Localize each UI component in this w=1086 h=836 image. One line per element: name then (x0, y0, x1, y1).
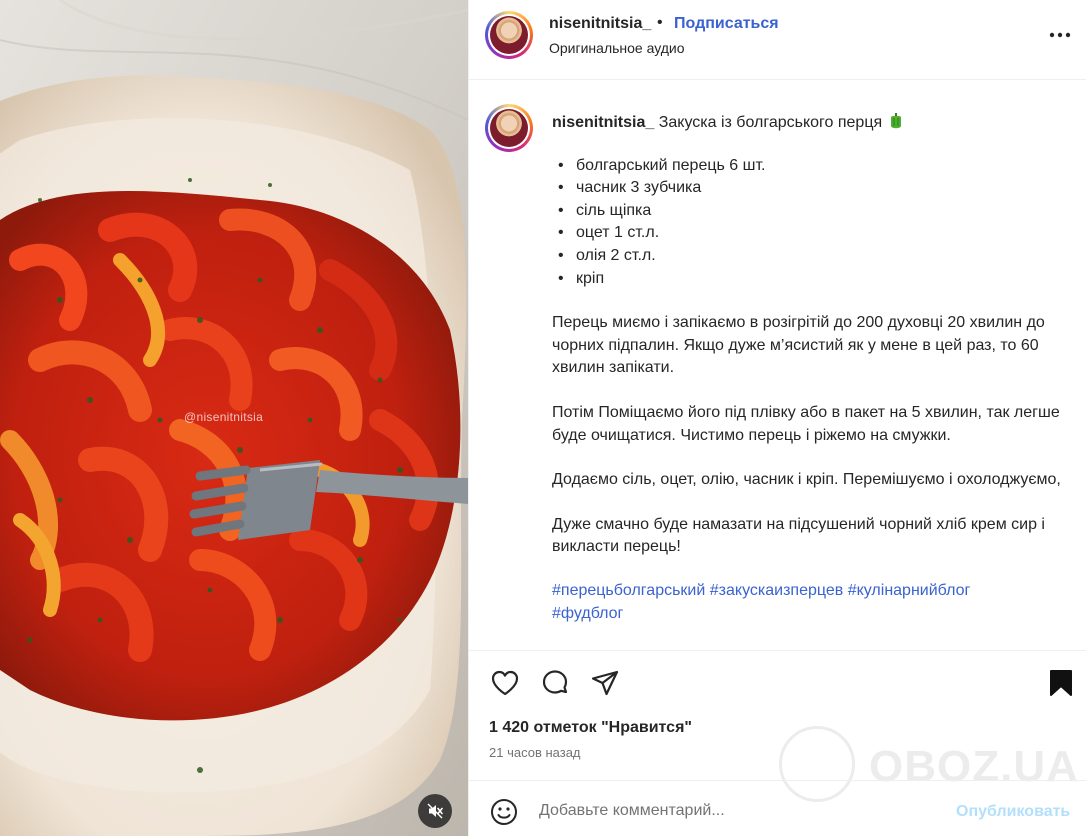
comment-icon[interactable] (539, 667, 571, 699)
more-options-icon[interactable] (1047, 24, 1073, 46)
author-avatar[interactable] (485, 11, 533, 59)
caption-body: nisenitnitsia_ Закуска із болгарського п… (552, 112, 1072, 625)
like-count[interactable]: 1 420 отметок "Нравится" (489, 719, 692, 737)
caption-paragraph: Потім Поміщаємо його під плівку або в па… (552, 403, 1060, 444)
comment-input[interactable] (539, 795, 939, 827)
post-header: nisenitnitsia_ • Подписаться Оригинально… (469, 0, 1086, 80)
emoji-icon[interactable] (489, 797, 519, 827)
hashtag-link[interactable]: #фудблог (552, 605, 623, 622)
hashtag-link[interactable]: #кулінарнийблог (848, 582, 971, 599)
post-panel: nisenitnitsia_ • Подписаться Оригинально… (468, 0, 1086, 836)
bookmark-icon[interactable] (1045, 667, 1077, 699)
post-media[interactable]: @nisenitnitsia (0, 0, 468, 836)
author-username[interactable]: nisenitnitsia_ (549, 15, 651, 33)
caption-title-line: nisenitnitsia_ Закуска із болгарського п… (552, 112, 1072, 135)
action-bar: 1 420 отметок "Нравится" 21 часов назад (469, 650, 1086, 780)
audio-link[interactable]: Оригинальное аудио (549, 40, 685, 56)
media-watermark-handle: @nisenitnitsia (184, 410, 264, 424)
post-timestamp[interactable]: 21 часов назад (489, 745, 581, 760)
caption-title: Закуска із болгарського перця (658, 114, 883, 131)
list-item: олія 2 ст.л. (558, 245, 1072, 268)
caption-paragraph: Перець миємо і запікаємо в розігрітій до… (552, 314, 1045, 377)
list-item: оцет 1 ст.л. (558, 222, 1072, 245)
separator-dot: • (657, 14, 663, 31)
caption-avatar[interactable] (485, 104, 533, 152)
ingredient-list: болгарський перець 6 шт. часник 3 зубчик… (558, 155, 1072, 291)
list-item: часник 3 зубчика (558, 177, 1072, 200)
comment-box: Опубликовать (469, 780, 1086, 836)
hashtag-link[interactable]: #перецьболгарський (552, 582, 705, 599)
send-icon[interactable] (589, 667, 621, 699)
speaker-muted-icon (427, 803, 443, 819)
list-item: кріп (558, 268, 1072, 291)
mute-button[interactable] (418, 794, 452, 828)
caption-paragraph: Додаємо сіль, оцет, олію, часник і кріп.… (552, 471, 1061, 489)
caption-username[interactable]: nisenitnitsia_ (552, 114, 654, 131)
publish-button[interactable]: Опубликовать (956, 803, 1070, 821)
list-item: сіль щіпка (558, 200, 1072, 223)
follow-button[interactable]: Подписаться (674, 15, 779, 33)
heart-icon[interactable] (489, 667, 521, 699)
hashtag-list: #перецьболгарський #закускаизперцев #кул… (552, 580, 1072, 625)
green-pepper-icon (891, 113, 902, 129)
hashtag-link[interactable]: #закускаизперцев (710, 582, 844, 599)
caption-section: nisenitnitsia_ Закуска із болгарського п… (469, 80, 1086, 650)
list-item: болгарський перець 6 шт. (558, 155, 1072, 178)
caption-paragraph: Дуже смачно буде намазати на підсушений … (552, 515, 1045, 556)
